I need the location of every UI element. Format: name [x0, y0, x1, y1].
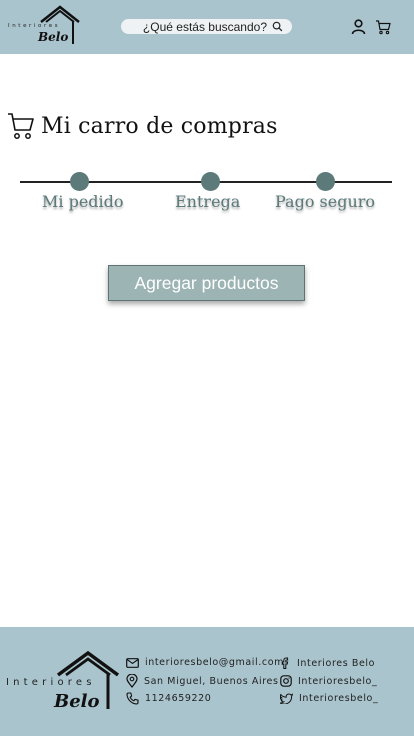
footer-phone[interactable]: 1124659220 — [126, 692, 211, 705]
twitter-icon — [280, 693, 293, 704]
search-icon[interactable] — [272, 21, 283, 32]
header: Interiores Belo ¿Qué estás buscando? — [0, 0, 414, 54]
cart-icon[interactable] — [375, 19, 391, 35]
step-label-entrega: Entrega — [175, 192, 241, 211]
step-dot-mi-pedido — [70, 172, 89, 191]
shopping-cart-icon — [8, 113, 34, 139]
page-title-row: Mi carro de compras — [7, 110, 278, 142]
footer-logo-belo: Belo — [54, 691, 100, 712]
footer-email[interactable]: interioresbelo@gmail.com — [126, 657, 295, 668]
location-pin-icon — [126, 674, 138, 688]
brand-logo[interactable]: Interiores Belo — [8, 4, 84, 48]
logo-belo: Belo — [38, 30, 69, 44]
phone-icon — [126, 692, 139, 705]
add-products-button[interactable]: Agregar productos — [108, 265, 305, 301]
footer-address-text: San Miguel, Buenos Aires — [144, 675, 279, 687]
footer-twitter[interactable]: Interioresbelo_ — [280, 693, 378, 704]
footer-facebook[interactable]: Interiores Belo — [280, 657, 375, 669]
footer-phone-text[interactable]: 1124659220 — [145, 693, 211, 704]
instagram-icon — [280, 675, 292, 687]
footer-twitter-text[interactable]: Interioresbelo_ — [299, 693, 378, 704]
footer: Interiores Belo interioresbelo@gmail.com… — [0, 627, 414, 736]
step-dot-pago-seguro — [316, 172, 335, 191]
search-bar[interactable]: ¿Qué estás buscando? — [121, 19, 292, 34]
footer-logo-word: Interiores — [6, 677, 96, 688]
page-title: Mi carro de compras — [41, 113, 278, 139]
logo-word: Interiores — [8, 23, 61, 29]
footer-instagram[interactable]: Interioresbelo_ — [280, 675, 377, 687]
step-label-pago-seguro: Pago seguro — [275, 192, 376, 211]
footer-address: San Miguel, Buenos Aires — [126, 674, 279, 688]
mail-icon — [126, 657, 139, 668]
search-input[interactable]: ¿Qué estás buscando? — [143, 20, 267, 34]
footer-instagram-text[interactable]: Interioresbelo_ — [298, 676, 377, 687]
footer-email-text[interactable]: interioresbelo@gmail.com — [145, 657, 295, 668]
step-label-mi-pedido: Mi pedido — [42, 192, 124, 211]
step-dot-entrega — [201, 172, 220, 191]
footer-facebook-text[interactable]: Interiores Belo — [297, 658, 375, 669]
user-icon[interactable] — [351, 19, 366, 35]
footer-brand-logo[interactable]: Interiores Belo — [6, 645, 122, 715]
facebook-icon — [282, 657, 289, 669]
